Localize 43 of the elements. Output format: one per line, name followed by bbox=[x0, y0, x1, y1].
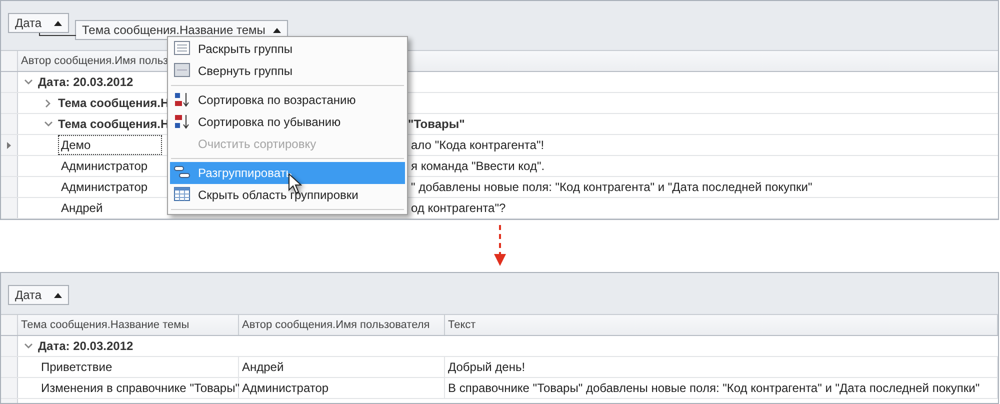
table-cell: Добрый день! bbox=[445, 357, 998, 377]
sort-up-icon[interactable] bbox=[54, 20, 62, 26]
row-indicator-icon bbox=[7, 142, 11, 148]
table-cell-text: " добавлены новые поля: "Код контрагента" и "Дата последней покупки" bbox=[410, 179, 814, 196]
menu-item[interactable]: Сортировка по возрастанию bbox=[170, 89, 405, 111]
column-header: Автор сообщения.Имя пользователя bbox=[239, 315, 445, 335]
table-cell-text: ало "Кода контрагента"! bbox=[410, 137, 546, 154]
table-cell-text: я команда "Ввести код". bbox=[410, 158, 546, 175]
sort-up-icon[interactable] bbox=[54, 292, 62, 298]
chevron-down-icon[interactable] bbox=[24, 343, 32, 349]
group-row-label: "Товары" bbox=[408, 116, 465, 133]
column-header: Текст bbox=[445, 315, 998, 335]
sort-descending-icon bbox=[174, 114, 190, 130]
group-by-button[interactable]: Дата bbox=[8, 13, 69, 33]
table-cell-text: Администратор bbox=[60, 158, 149, 175]
sort-up-icon[interactable] bbox=[273, 28, 282, 32]
group-row-label: Дата: 20.03.2012 bbox=[38, 74, 134, 91]
table-cell: Андрей bbox=[239, 357, 445, 377]
group-row-label: Тема сообщения.Н bbox=[58, 116, 170, 133]
sort-ascending-icon bbox=[174, 92, 190, 108]
table-cell: Администратор bbox=[239, 378, 445, 398]
menu-item[interactable]: Скрыть область группировки bbox=[170, 184, 405, 206]
table-cell-text: од контрагента"? bbox=[410, 200, 507, 217]
down-arrow bbox=[494, 225, 506, 266]
chevron-right-icon[interactable] bbox=[45, 98, 51, 108]
column-header: Тема сообщения.Название темы bbox=[18, 315, 239, 335]
table-cell: Приветствие bbox=[38, 357, 239, 377]
menu-item[interactable]: Сортировка по убыванию bbox=[170, 111, 405, 133]
table-cell: Демо bbox=[58, 135, 162, 155]
group-by-button[interactable]: Дата bbox=[8, 285, 69, 305]
list-icon bbox=[174, 41, 190, 57]
group-row-label: Тема сообщения.Н bbox=[58, 95, 170, 112]
chevron-down-icon[interactable] bbox=[44, 121, 52, 127]
table-cell: Изменения в справочнике "Товары" bbox=[38, 378, 239, 398]
rectangle-icon bbox=[174, 63, 190, 79]
table-cell-text: Администратор bbox=[60, 179, 149, 196]
group-row-label: Дата: 20.03.2012 bbox=[38, 338, 134, 355]
bars-icon bbox=[174, 165, 190, 181]
chevron-down-icon[interactable] bbox=[24, 79, 32, 85]
connector-line bbox=[39, 33, 76, 36]
table-cell: В справочнике "Товары" добавлены новые поля: "Код контрагента" и "Дата последней покупки" bbox=[445, 378, 998, 398]
table-cell-text: Андрей bbox=[60, 200, 104, 217]
table-icon bbox=[174, 187, 190, 203]
